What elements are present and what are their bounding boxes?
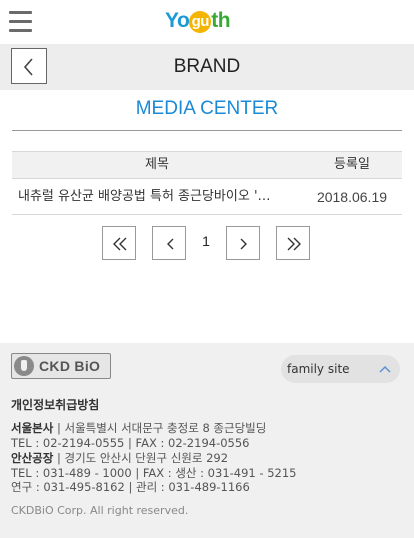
double-chevron-right-icon	[287, 237, 301, 251]
prev-page-button[interactable]	[152, 226, 186, 260]
chevron-left-icon	[23, 58, 33, 76]
first-page-button[interactable]	[102, 226, 136, 260]
seoul-address: 서울본사 | 서울특별시 서대문구 충정로 8 종근당빌딩	[11, 421, 267, 435]
chevron-up-icon	[379, 365, 391, 373]
page-number-current[interactable]: 1	[194, 226, 218, 260]
yougurth-logo[interactable]: Yo gu th	[165, 5, 231, 37]
seoul-contact: TEL : 02-2194-0555 | FAX : 02-2194-0556	[11, 436, 250, 450]
table-header: 제목 등록일	[12, 151, 402, 179]
ckd-bio-logo[interactable]: CKD BiO	[11, 353, 111, 379]
privacy-policy-link[interactable]: 개인정보취급방침	[11, 396, 99, 413]
media-board: 제목 등록일 내츄럴 유산균 배양공법 특허 종근당바이오 '… 2018.06…	[12, 130, 402, 215]
chevron-left-icon	[167, 238, 174, 250]
section-title: MEDIA CENTER	[135, 98, 279, 119]
column-date: 등록일	[334, 157, 370, 172]
family-site-label: family site	[287, 362, 350, 376]
page-title: BRAND	[173, 56, 241, 77]
column-title: 제목	[145, 157, 169, 172]
chevron-right-icon	[240, 238, 247, 250]
ansan-contact: TEL : 031-489 - 1000 | FAX : 생산 : 031-49…	[11, 466, 297, 480]
ansan-address: 안산공장 | 경기도 안산시 단원구 신원로 292	[11, 451, 229, 465]
ckd-drop-icon	[14, 356, 34, 376]
ansan-contact-2: 연구 : 031-495-8162 | 관리 : 031-489-1166	[11, 480, 250, 494]
top-header: Yo gu th	[0, 0, 414, 44]
last-page-button[interactable]	[276, 226, 310, 260]
double-chevron-left-icon	[113, 237, 127, 251]
menu-icon[interactable]	[9, 11, 32, 32]
next-page-button[interactable]	[226, 226, 260, 260]
back-button[interactable]	[11, 48, 47, 84]
table-row[interactable]: 내츄럴 유산균 배양공법 특허 종근당바이오 '… 2018.06.19	[12, 179, 402, 215]
post-date: 2018.06.19	[316, 189, 388, 205]
copyright: CKDBiO Corp. All right reserved.	[11, 504, 189, 517]
post-title-link[interactable]: 내츄럴 유산균 배양공법 특허 종근당바이오 '…	[18, 179, 302, 215]
family-site-select[interactable]: family site	[281, 355, 400, 383]
